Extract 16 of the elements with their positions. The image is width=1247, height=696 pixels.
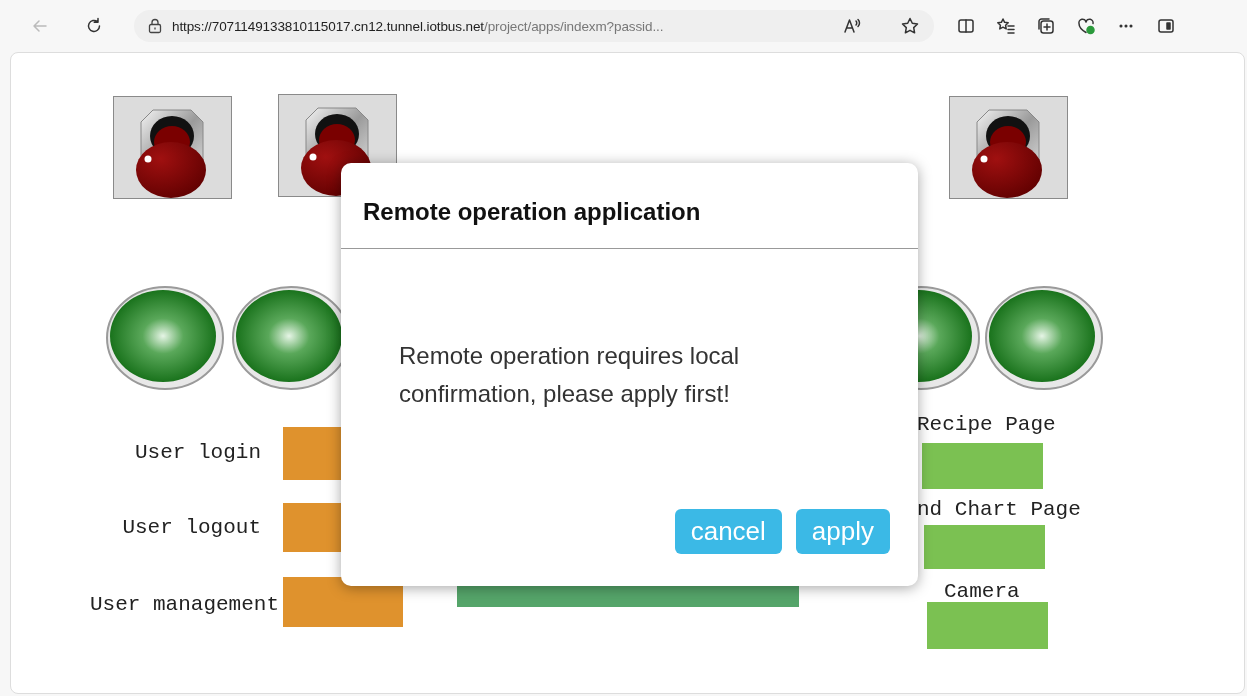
dialog-message: Remote operation requires local confirmation, please apply first! [398, 341, 741, 409]
button-label: Recipe Page [917, 413, 1056, 436]
cancel-button[interactable]: cancel [674, 509, 782, 554]
button-label: User logout [122, 516, 261, 539]
button-label: Camera [944, 580, 1020, 603]
lock-icon[interactable] [148, 18, 162, 34]
indicator-light-icon [105, 285, 225, 391]
button-label: User management [89, 593, 279, 616]
apply-button[interactable]: apply [795, 509, 890, 554]
hmi-button[interactable] [283, 577, 403, 627]
push-button-icon[interactable] [949, 96, 1068, 199]
button-label: nd Chart Page [917, 498, 1081, 521]
button-label: User login [134, 441, 261, 464]
push-button-icon[interactable] [113, 96, 232, 199]
dialog-title: Remote operation application [363, 197, 701, 226]
indicator-light-icon [984, 285, 1104, 391]
